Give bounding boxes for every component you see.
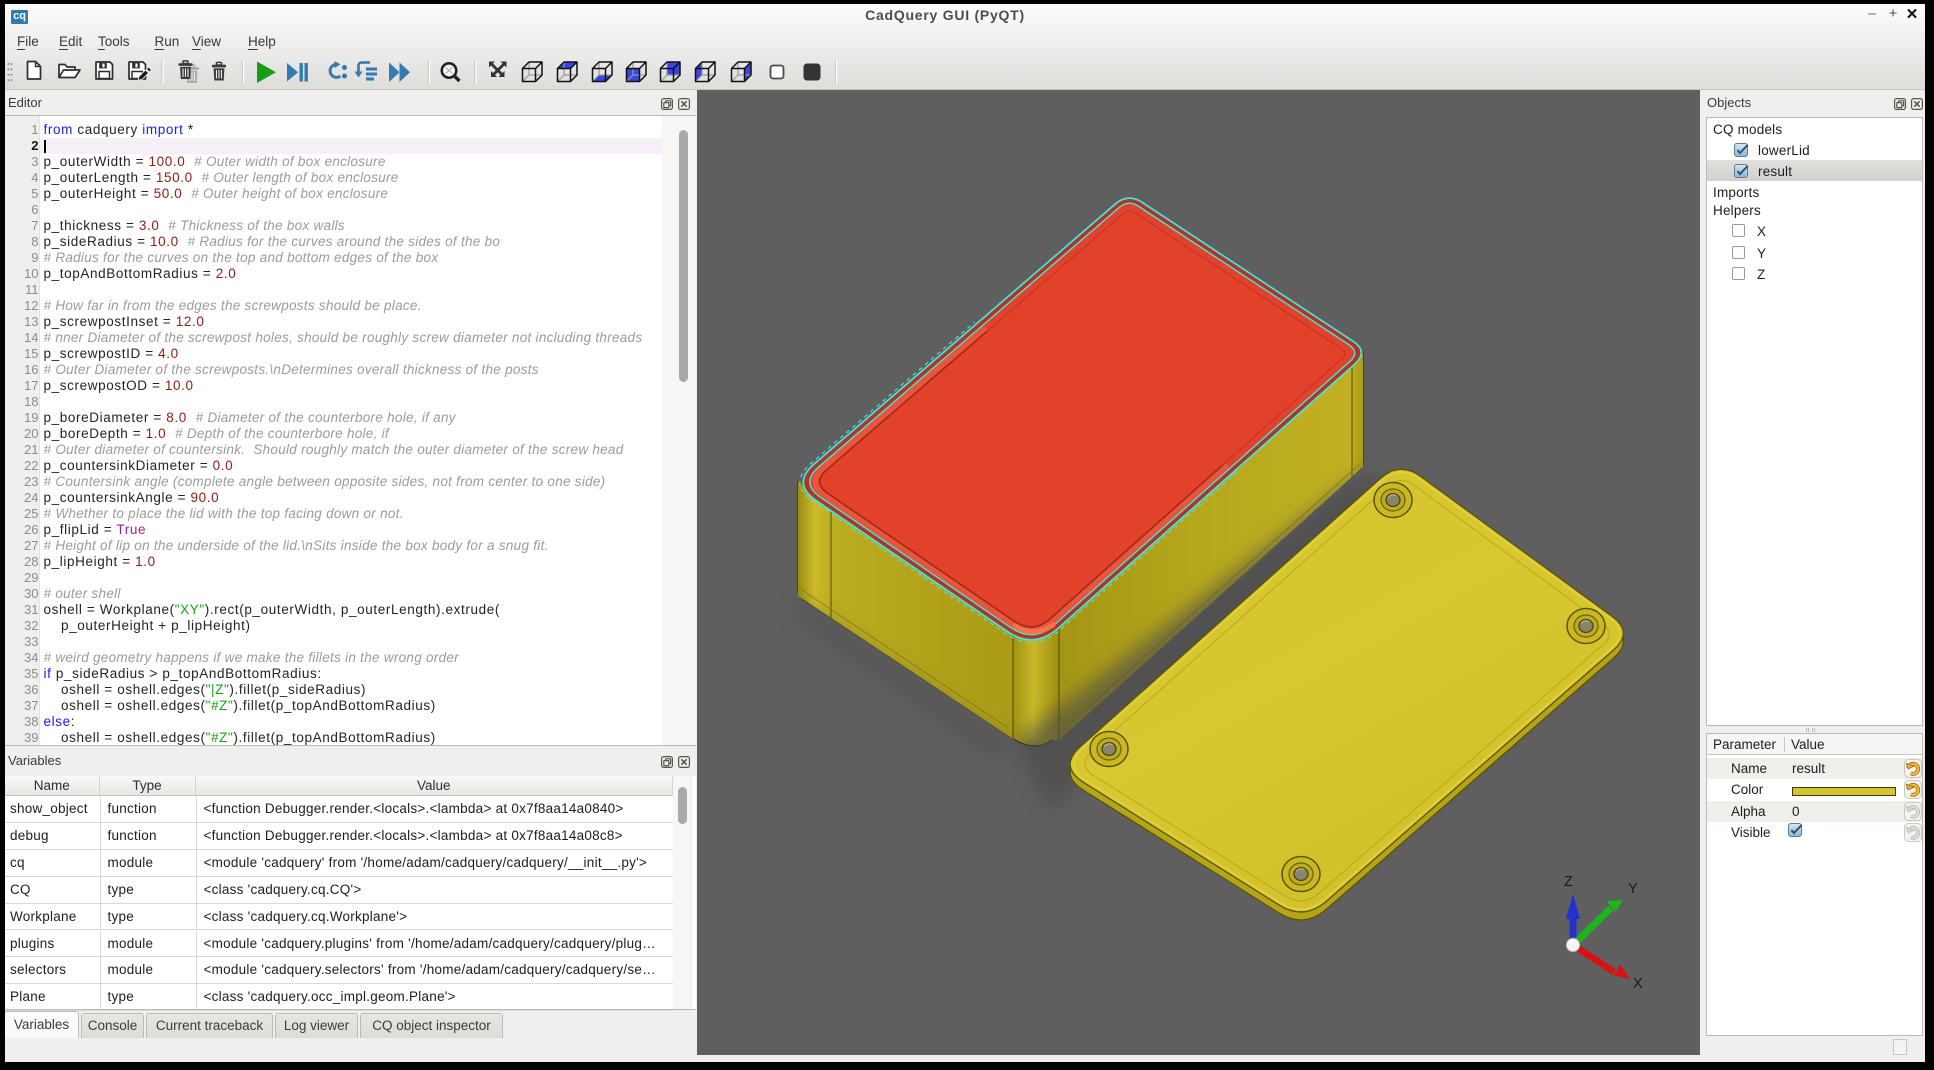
svg-text:Y: Y [1628, 881, 1638, 897]
svg-text:Z: Z [1564, 874, 1573, 890]
svg-text:X: X [1633, 976, 1643, 992]
